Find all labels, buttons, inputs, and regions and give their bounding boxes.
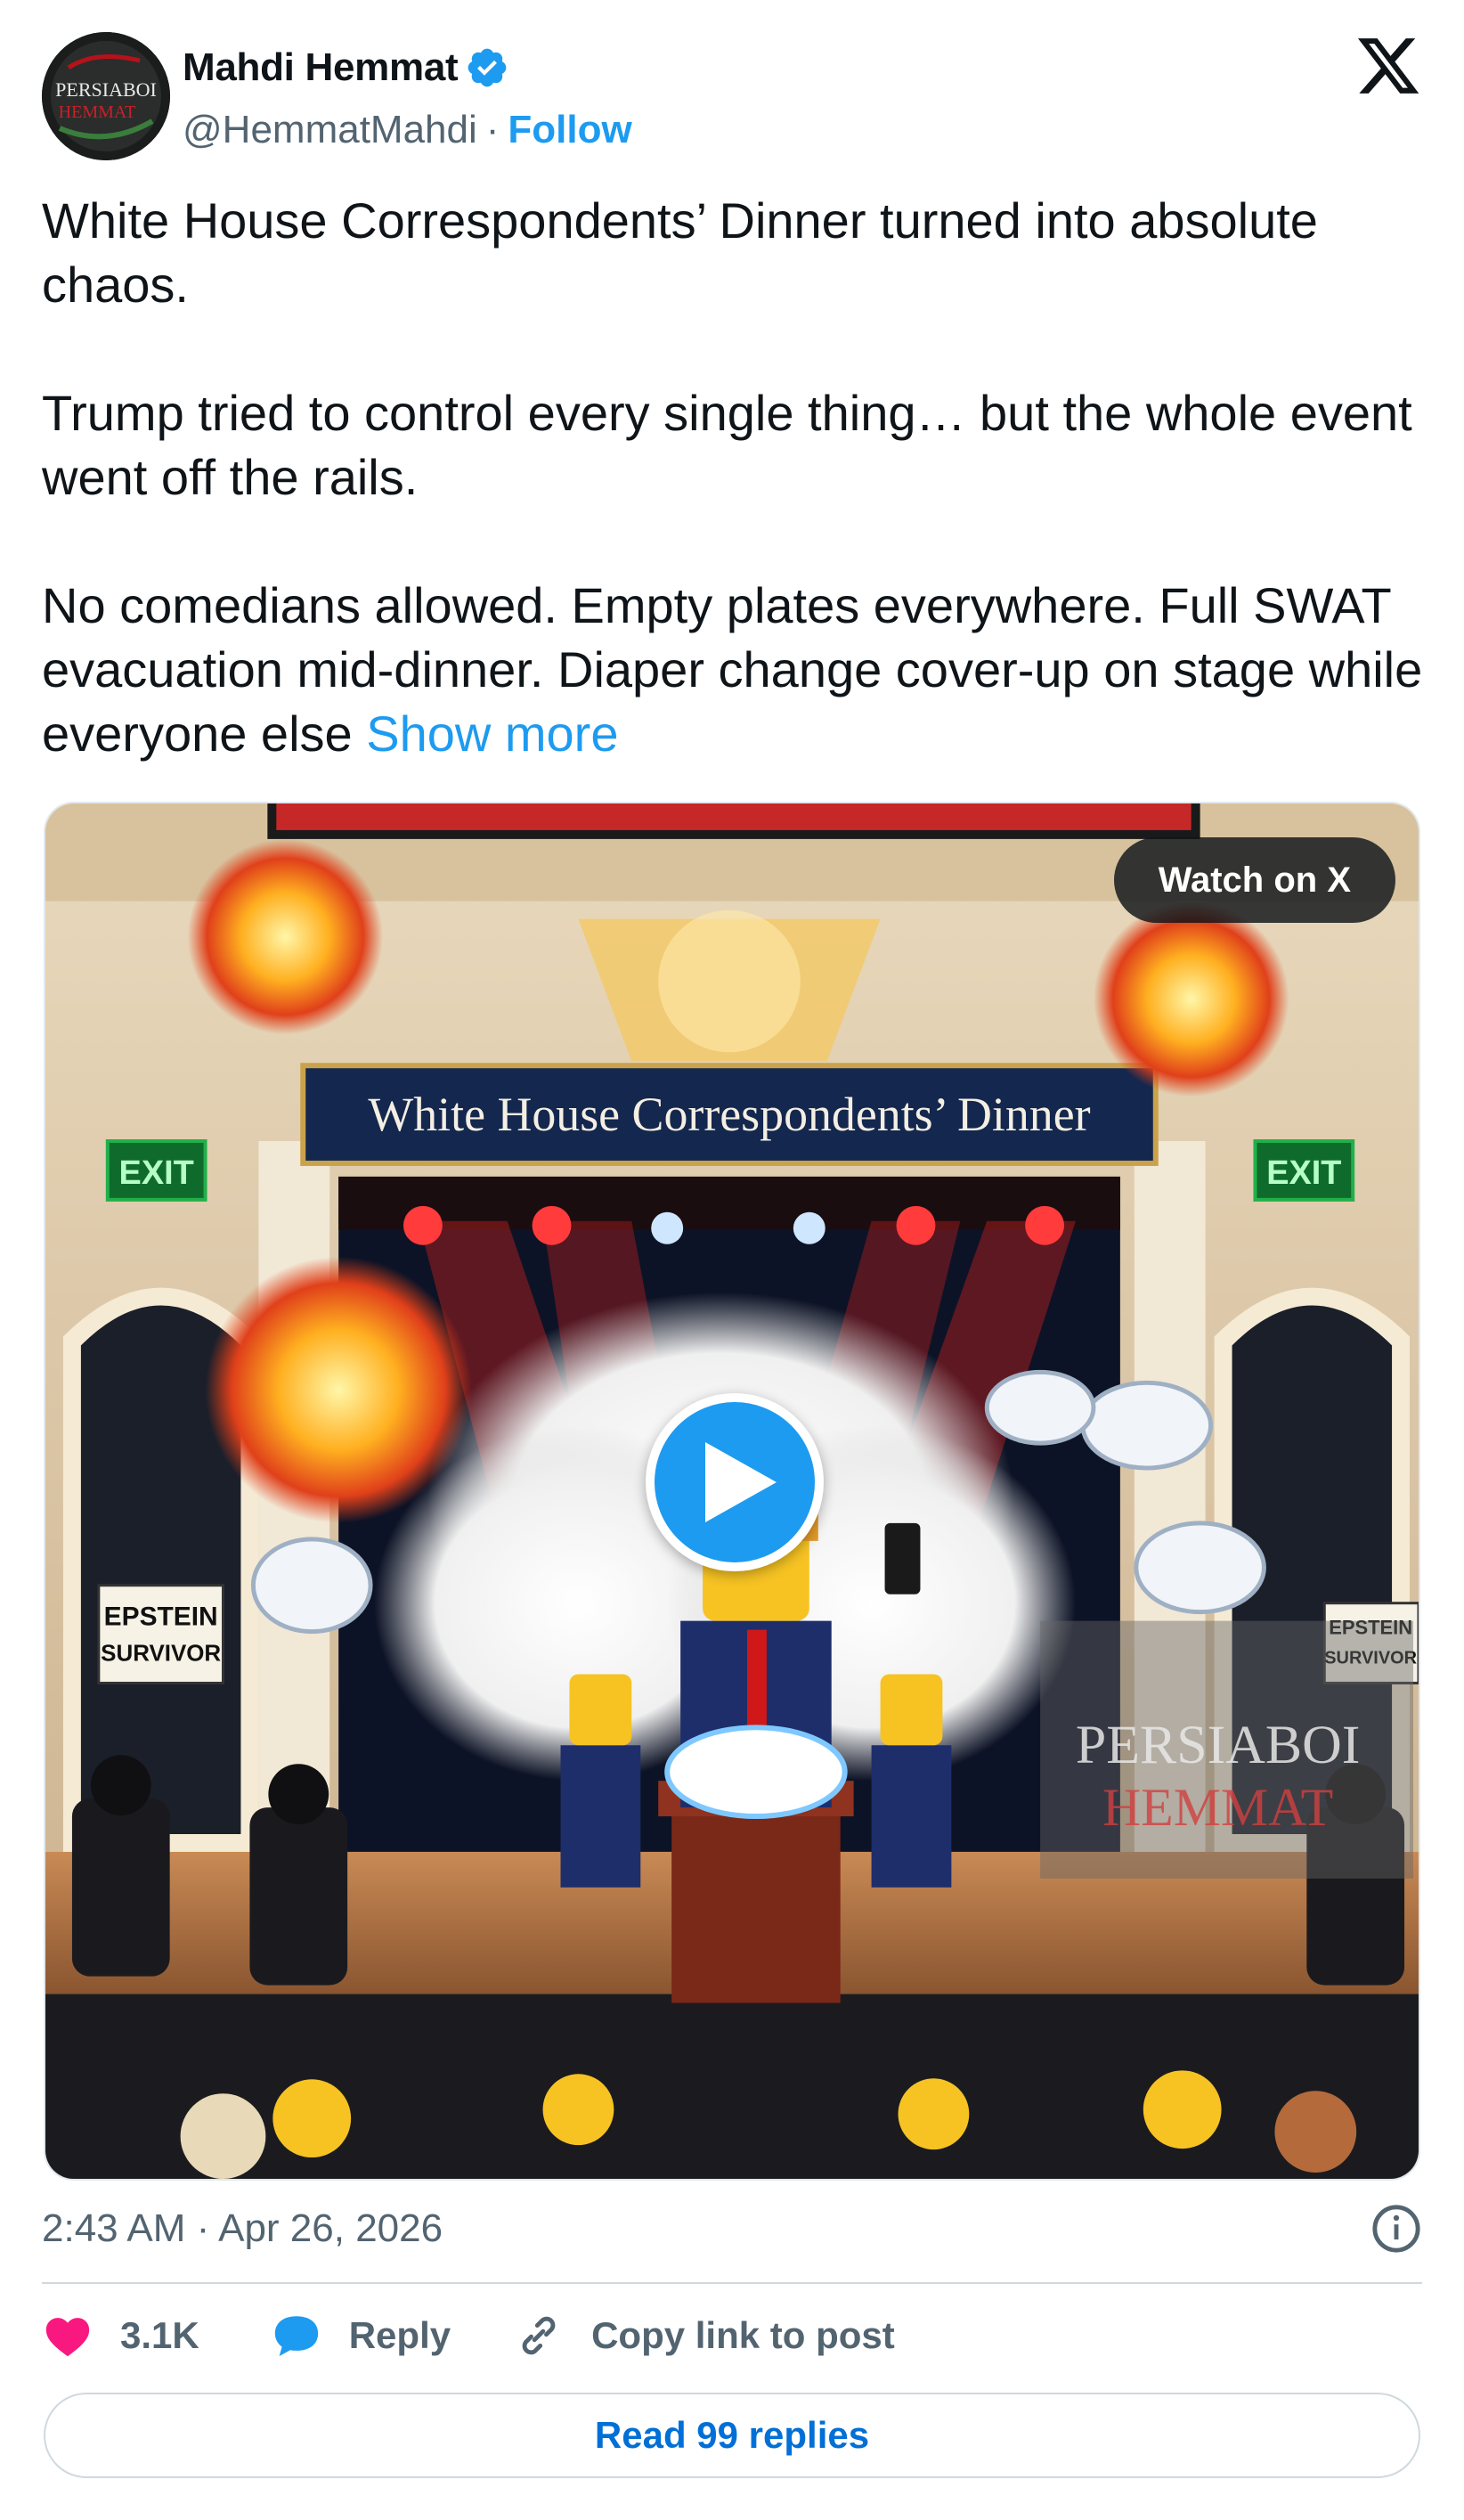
avatar[interactable]: PERSIABOI HEMMAT [42, 32, 170, 160]
handle-row: @HemmatMahdi · Follow [183, 103, 632, 157]
exit-sign-left: EXIT [119, 1154, 194, 1192]
like-button[interactable]: 3.1K [42, 2310, 199, 2361]
watermark-bottom: HEMMAT [1102, 1778, 1333, 1837]
name-row: Mahdi Hemmat [183, 43, 509, 93]
action-bar: 3.1K Reply Copy link to post [42, 2307, 895, 2364]
reply-button[interactable]: Reply [271, 2310, 451, 2361]
play-button[interactable] [646, 1393, 824, 1571]
tweet-paragraph: White House Correspondents’ Dinner turne… [42, 192, 1318, 313]
heart-icon [45, 2318, 90, 2357]
protest-sign-left-line1: EPSTEIN [104, 1603, 218, 1632]
play-icon [705, 1442, 777, 1522]
read-replies-button[interactable]: Read 99 replies [44, 2393, 1420, 2478]
tweet-paragraph-text: No comedians allowed. Empty plates every… [42, 577, 1423, 762]
tweet-paragraph: Trump tried to control every single thin… [42, 385, 1412, 505]
reply-label: Reply [348, 2314, 451, 2356]
watermark-top: PERSIABOI [1076, 1715, 1360, 1775]
divider [42, 2282, 1422, 2284]
banner-text: White House Correspondents’ Dinner [368, 1088, 1090, 1141]
link-icon [522, 2316, 556, 2355]
x-logo-icon[interactable] [1354, 32, 1422, 100]
tweet-paragraph-last: No comedians allowed. Empty plates every… [42, 574, 1431, 766]
exit-sign-right: EXIT [1266, 1154, 1341, 1192]
like-count: 3.1K [120, 2314, 199, 2356]
info-icon[interactable] [1370, 2203, 1422, 2255]
tweet-meta: 2:43 AM · Apr 26, 2026 [42, 2200, 1422, 2257]
follow-button[interactable]: Follow [508, 108, 631, 152]
tweet-header: PERSIABOI HEMMAT Mahdi Hemmat @HemmatMah… [42, 32, 1422, 160]
copy-link-label: Copy link to post [591, 2314, 895, 2356]
verified-badge-icon [468, 48, 507, 87]
avatar-image: PERSIABOI HEMMAT [42, 32, 170, 160]
reply-bubble-icon [274, 2316, 318, 2356]
video-media[interactable]: EXIT EXIT White House Correspondents’ Di… [44, 802, 1420, 2181]
timestamp[interactable]: 2:43 AM · Apr 26, 2026 [42, 2206, 443, 2251]
protest-sign-left-line2: SURVIVOR [101, 1642, 221, 1667]
handle[interactable]: @HemmatMahdi [183, 108, 477, 152]
tweet-text: White House Correspondents’ Dinner turne… [42, 189, 1431, 766]
show-more-link[interactable]: Show more [366, 705, 618, 762]
display-name[interactable]: Mahdi Hemmat [183, 45, 459, 90]
avatar-text-bottom: HEMMAT [59, 102, 136, 122]
watch-on-x-button[interactable]: Watch on X [1113, 837, 1395, 923]
copy-link-button[interactable]: Copy link to post [513, 2310, 895, 2361]
handle-separator: · [485, 108, 500, 151]
avatar-text-top: PERSIABOI [55, 78, 157, 101]
